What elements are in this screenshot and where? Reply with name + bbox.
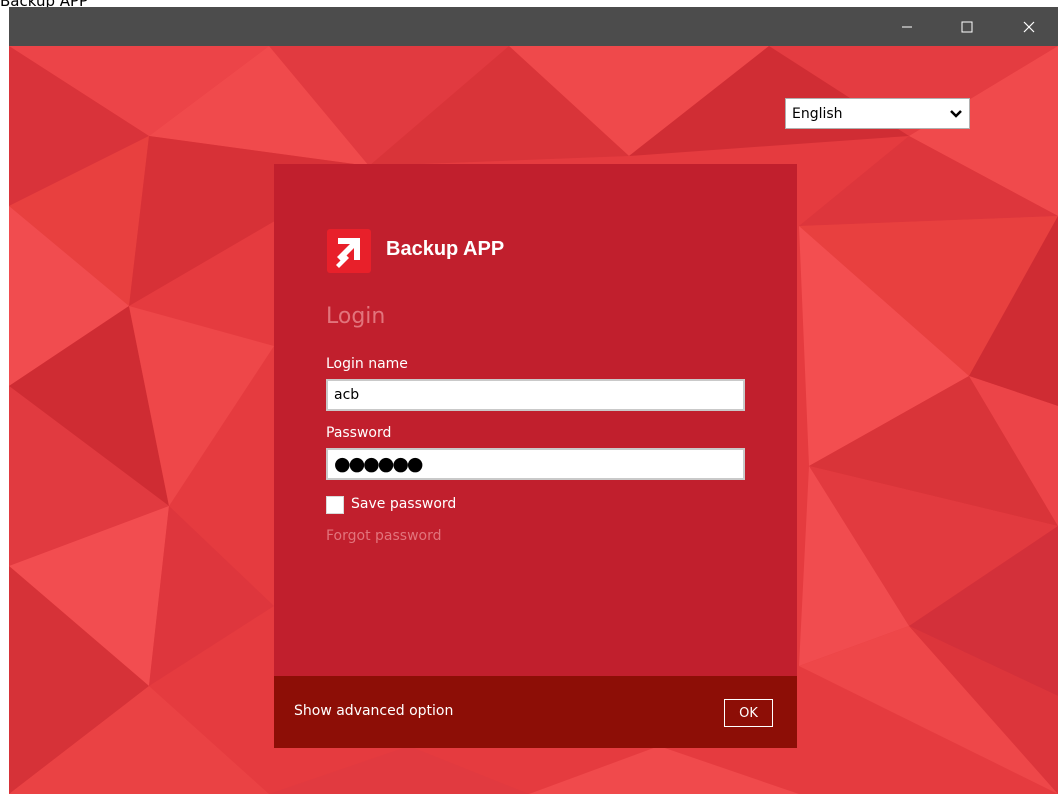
password-label: Password <box>326 425 392 441</box>
minimize-button[interactable] <box>884 7 930 46</box>
close-button[interactable] <box>1006 7 1052 46</box>
brand-name: Backup APP <box>386 238 505 260</box>
login-heading: Login <box>326 304 386 329</box>
backup-app-logo-icon <box>327 229 371 273</box>
maximize-icon <box>961 21 973 32</box>
close-icon <box>1023 21 1035 32</box>
minimize-icon <box>902 26 912 27</box>
login-name-input[interactable]: acb <box>326 379 745 411</box>
language-select-value: English <box>792 105 843 122</box>
title-bar <box>9 7 1058 46</box>
ok-button[interactable]: OK <box>724 699 773 727</box>
app-window: English Backup APP Login Login name acb … <box>9 7 1058 794</box>
password-masked-value: ●●●●●● <box>334 452 423 475</box>
save-password-label[interactable]: Save password <box>351 496 456 512</box>
login-name-label: Login name <box>326 356 408 372</box>
chevron-down-icon <box>943 109 969 118</box>
show-advanced-option-link[interactable]: Show advanced option <box>294 703 453 719</box>
login-panel: Backup APP Login Login name acb Password… <box>274 164 797 748</box>
save-password-checkbox[interactable] <box>326 496 344 514</box>
language-select[interactable]: English <box>785 98 970 129</box>
login-footer: Show advanced option OK <box>274 676 797 748</box>
login-name-value: acb <box>334 387 360 403</box>
maximize-button[interactable] <box>944 7 990 46</box>
password-input[interactable]: ●●●●●● <box>326 448 745 480</box>
forgot-password-link[interactable]: Forgot password <box>326 528 442 544</box>
